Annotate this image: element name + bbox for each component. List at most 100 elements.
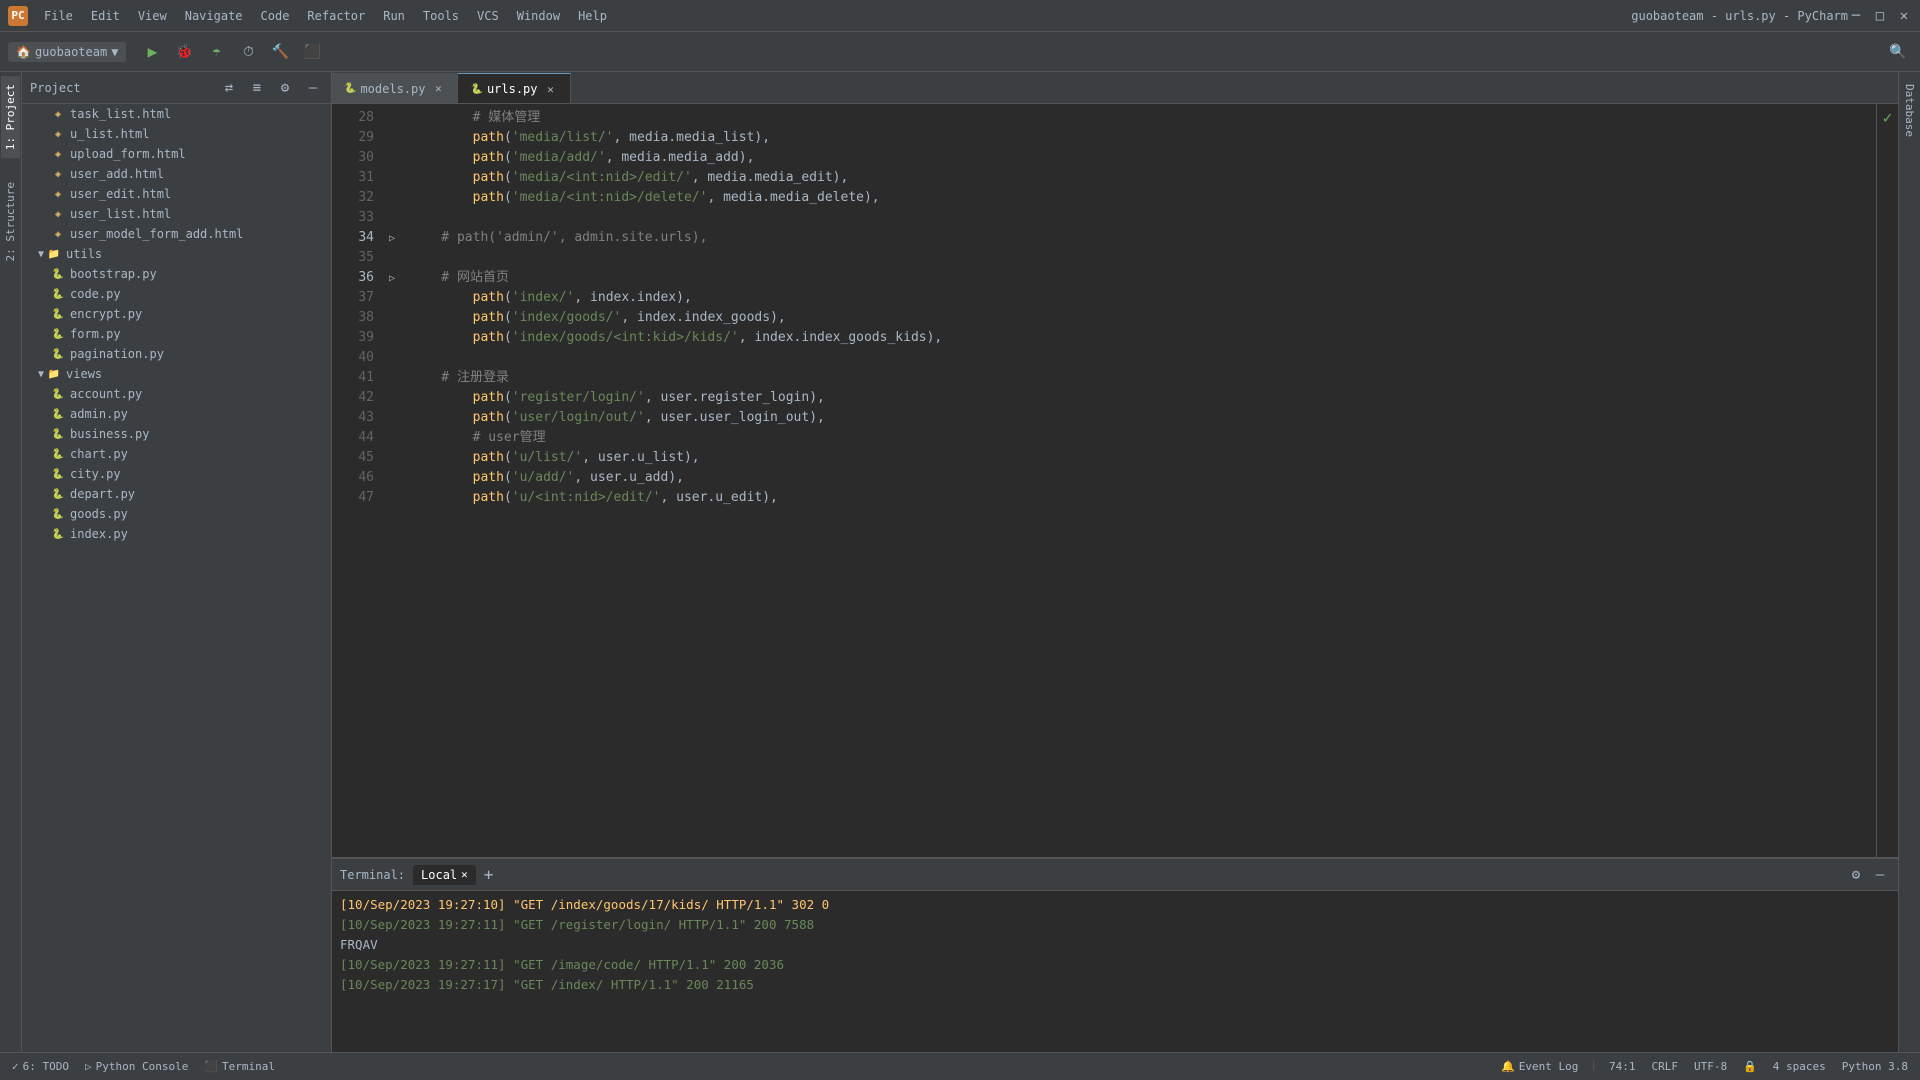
tree-item-account[interactable]: 🐍 account.py [22, 384, 331, 404]
ln-46: 46 [340, 468, 374, 488]
debug-button[interactable]: 🐞 [170, 38, 198, 66]
code-line-33 [410, 208, 1876, 228]
toolbar: 🏠 guobaoteam ▼ ▶ 🐞 ☂ ⏱ 🔨 ⬛ 🔍 [0, 32, 1920, 72]
sync-icon[interactable]: ⇄ [219, 78, 239, 98]
terminal-tab-local[interactable]: Local ✕ [413, 865, 476, 885]
code-line-41: # 注册登录 [410, 368, 1876, 388]
menu-code[interactable]: Code [253, 6, 298, 26]
ln-37: 37 [340, 288, 374, 308]
term-log-3: FRQAV [340, 935, 1890, 955]
add-terminal-button[interactable]: + [484, 865, 494, 884]
build-button[interactable]: 🔨 [266, 38, 294, 66]
status-position[interactable]: 74:1 [1605, 1058, 1640, 1075]
tree-item-form[interactable]: 🐍 form.py [22, 324, 331, 344]
close-terminal-tab[interactable]: ✕ [461, 868, 468, 881]
gutter-47 [382, 488, 402, 508]
html-file-icon: ◈ [50, 126, 66, 142]
tree-item-bootstrap[interactable]: 🐍 bootstrap.py [22, 264, 331, 284]
menu-window[interactable]: Window [509, 6, 568, 26]
tree-item-views-folder[interactable]: ▼ 📁 views [22, 364, 331, 384]
tree-item-upload-form[interactable]: ◈ upload_form.html [22, 144, 331, 164]
tree-item-code[interactable]: 🐍 code.py [22, 284, 331, 304]
search-everywhere-button[interactable]: 🔍 [1884, 38, 1912, 66]
menu-refactor[interactable]: Refactor [299, 6, 373, 26]
tab-name-active: urls.py [487, 82, 538, 96]
menu-tools[interactable]: Tools [415, 6, 467, 26]
gutter-42 [382, 388, 402, 408]
terminal-hide-icon[interactable]: — [1870, 865, 1890, 885]
line-numbers: 28 29 30 31 32 33 34 35 36 37 38 39 40 4… [332, 104, 382, 857]
minimize-button[interactable]: ─ [1848, 8, 1864, 24]
tree-item-city[interactable]: 🐍 city.py [22, 464, 331, 484]
code-line-32: path('media/<int:nid>/delete/', media.me… [410, 188, 1876, 208]
gutter-36-fold[interactable]: ▷ [382, 268, 402, 288]
file-name: account.py [70, 387, 142, 401]
tree-item-utils-folder[interactable]: ▼ 📁 utils [22, 244, 331, 264]
tree-item-task-list[interactable]: ◈ task_list.html [22, 104, 331, 124]
tree-item-depart[interactable]: 🐍 depart.py [22, 484, 331, 504]
file-name: encrypt.py [70, 307, 142, 321]
gutter-39 [382, 328, 402, 348]
hide-icon[interactable]: — [303, 78, 323, 98]
tree-item-business[interactable]: 🐍 business.py [22, 424, 331, 444]
close-button[interactable]: ✕ [1896, 8, 1912, 24]
tree-item-u-list[interactable]: ◈ u_list.html [22, 124, 331, 144]
code-line-46: path('u/add/', user.u_add), [410, 468, 1876, 488]
tree-item-user-list[interactable]: ◈ user_list.html [22, 204, 331, 224]
tree-item-user-edit[interactable]: ◈ user_edit.html [22, 184, 331, 204]
stop-button[interactable]: ⬛ [298, 38, 326, 66]
status-python-console[interactable]: ▷ Python Console [81, 1058, 192, 1075]
tab-urls-py[interactable]: 🐍 urls.py ✕ [458, 73, 570, 103]
vtab-structure[interactable]: 2: Structure [1, 174, 20, 269]
coverage-button[interactable]: ☂ [202, 38, 230, 66]
chevron-down-icon: ▼ [111, 45, 118, 59]
python-console-icon: ▷ [85, 1060, 92, 1073]
ln-43: 43 [340, 408, 374, 428]
status-terminal[interactable]: ⬛ Terminal [200, 1058, 279, 1075]
terminal-settings-icon[interactable]: ⚙ [1846, 865, 1866, 885]
terminal-toolbar: Terminal: Local ✕ + ⚙ — [332, 859, 1898, 891]
terminal-output: [10/Sep/2023 19:27:10] "GET /index/goods… [332, 891, 1898, 1052]
menu-vcs[interactable]: VCS [469, 6, 507, 26]
gutter-34-fold[interactable]: ▷ [382, 228, 402, 248]
collapse-icon[interactable]: ≡ [247, 78, 267, 98]
gutter-46 [382, 468, 402, 488]
vtab-database[interactable]: Database [1900, 76, 1919, 145]
code-area[interactable]: # 媒体管理 path('media/list/', media.media_l… [402, 104, 1876, 857]
profile-button[interactable]: ⏱ [234, 38, 262, 66]
file-name: code.py [70, 287, 121, 301]
status-indent[interactable]: 4 spaces [1769, 1058, 1830, 1075]
status-line-ending[interactable]: CRLF [1647, 1058, 1682, 1075]
status-todo[interactable]: ✓ 6: TODO [8, 1058, 73, 1075]
run-button[interactable]: ▶ [138, 38, 166, 66]
tree-item-index[interactable]: 🐍 index.py [22, 524, 331, 544]
close-tab-urls[interactable]: ✕ [544, 82, 558, 96]
status-event-log[interactable]: 🔔 Event Log [1497, 1058, 1582, 1075]
status-encoding[interactable]: UTF-8 [1690, 1058, 1731, 1075]
tree-item-admin[interactable]: 🐍 admin.py [22, 404, 331, 424]
settings-icon[interactable]: ⚙ [275, 78, 295, 98]
menu-view[interactable]: View [130, 6, 175, 26]
status-lock-icon[interactable]: 🔒 [1739, 1058, 1761, 1075]
ln-40: 40 [340, 348, 374, 368]
close-tab-models[interactable]: ✕ [431, 82, 445, 96]
vtab-project[interactable]: 1: Project [1, 76, 20, 158]
menu-edit[interactable]: Edit [83, 6, 128, 26]
tree-item-user-add[interactable]: ◈ user_add.html [22, 164, 331, 184]
todo-icon: ✓ [12, 1060, 19, 1073]
tree-item-goods[interactable]: 🐍 goods.py [22, 504, 331, 524]
status-python-version[interactable]: Python 3.8 [1838, 1058, 1912, 1075]
tree-item-chart[interactable]: 🐍 chart.py [22, 444, 331, 464]
menu-navigate[interactable]: Navigate [177, 6, 251, 26]
gutter-40 [382, 348, 402, 368]
tree-item-user-model-form[interactable]: ◈ user_model_form_add.html [22, 224, 331, 244]
menu-file[interactable]: File [36, 6, 81, 26]
menu-run[interactable]: Run [375, 6, 413, 26]
project-dropdown[interactable]: 🏠 guobaoteam ▼ [8, 42, 126, 62]
tree-item-pagination[interactable]: 🐍 pagination.py [22, 344, 331, 364]
py-file-icon: 🐍 [50, 466, 66, 482]
maximize-button[interactable]: □ [1872, 8, 1888, 24]
tree-item-encrypt[interactable]: 🐍 encrypt.py [22, 304, 331, 324]
menu-help[interactable]: Help [570, 6, 615, 26]
tab-models-py[interactable]: 🐍 models.py ✕ [332, 73, 458, 103]
